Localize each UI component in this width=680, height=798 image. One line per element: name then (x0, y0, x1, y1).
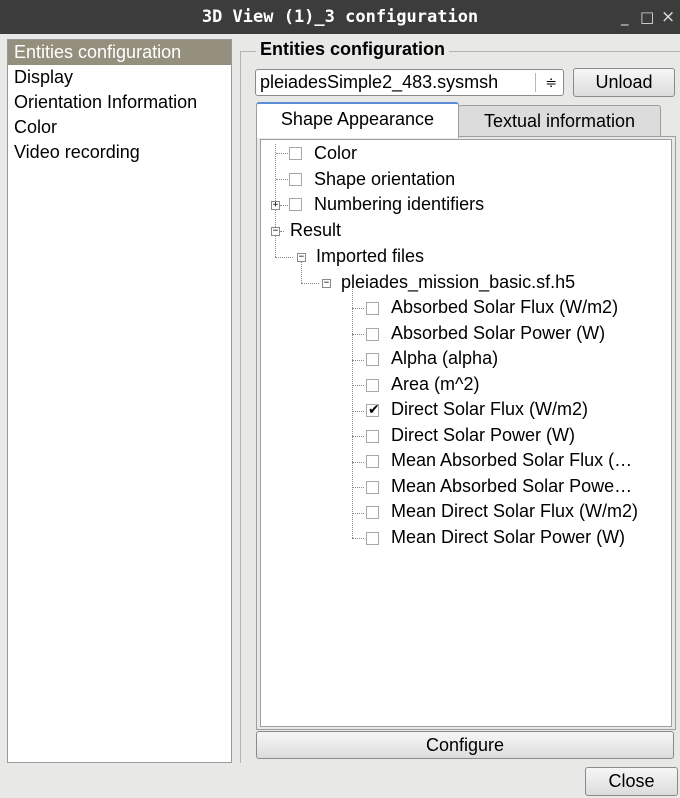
tree-item-label: Mean Direct Solar Power (W) (391, 527, 626, 547)
sidebar-item-entities-configuration[interactable]: Entities configuration (8, 40, 231, 65)
field-checkbox[interactable] (366, 353, 379, 366)
expand-icon[interactable]: + (271, 201, 280, 210)
configure-button[interactable]: Configure (256, 731, 674, 759)
tree-item-field[interactable]: Absorbed Solar Flux (W/m2) (366, 295, 618, 320)
tree-item-label: Alpha (alpha) (391, 348, 499, 368)
sidebar-item-display[interactable]: Display (8, 65, 231, 90)
numbering-identifiers-checkbox[interactable] (289, 198, 302, 211)
maximize-icon[interactable]: □ (640, 0, 654, 34)
collapse-icon[interactable]: − (271, 227, 280, 236)
tree-item-label: Mean Direct Solar Flux (W/m2) (391, 501, 639, 521)
entity-select-value: pleiadesSimple2_483.sysmsh (260, 72, 499, 92)
field-checkbox[interactable] (366, 481, 379, 494)
tree-item-field[interactable]: Mean Absorbed Solar Powe… (366, 474, 632, 499)
tree-line (352, 411, 364, 412)
tree-item-field[interactable]: Area (m^2) (366, 372, 479, 397)
tree-line (352, 487, 364, 488)
close-icon[interactable]: × (661, 0, 675, 34)
unload-button[interactable]: Unload (573, 68, 675, 97)
sidebar-item-video-recording[interactable]: Video recording (8, 140, 231, 165)
tree-item-field[interactable]: Direct Solar Power (W) (366, 423, 575, 448)
tree-line (280, 205, 288, 206)
tree-line (352, 334, 364, 335)
field-checkbox[interactable] (366, 532, 379, 545)
field-checkbox[interactable] (366, 379, 379, 392)
tree-item-imported-files[interactable]: Imported files (316, 244, 424, 269)
title-bar[interactable]: 3D View (1)_3 configuration _ □ × (0, 0, 680, 34)
tree-item-label: Color (314, 143, 358, 163)
sidebar-item-color[interactable]: Color (8, 115, 231, 140)
tree-item-color[interactable]: Color (289, 141, 357, 166)
collapse-icon[interactable]: − (322, 279, 331, 288)
tree-item-label: Mean Absorbed Solar Flux (… (391, 450, 633, 470)
tree-line (280, 231, 284, 232)
tree-item-field[interactable]: Alpha (alpha) (366, 346, 498, 371)
tree-line (301, 283, 319, 284)
entity-select[interactable]: pleiadesSimple2_483.sysmsh ≑ (255, 69, 564, 96)
tab-textual-information[interactable]: Textual information (458, 105, 661, 137)
field-checkbox[interactable] (366, 430, 379, 443)
minimize-icon[interactable]: _ (621, 0, 629, 34)
field-checkbox[interactable] (366, 455, 379, 468)
tree-line (276, 153, 288, 154)
tree-line (352, 385, 364, 386)
tree-item-label: Direct Solar Flux (W/m2) (391, 399, 589, 419)
tree-item-label: Mean Absorbed Solar Powe… (391, 476, 633, 496)
tree-line (352, 513, 364, 514)
combo-separator (535, 73, 536, 92)
group-box-header: Entities configuration (240, 38, 680, 64)
tree-line (276, 179, 288, 180)
shape-orientation-checkbox[interactable] (289, 173, 302, 186)
tree-item-label: Area (m^2) (391, 374, 480, 394)
tree-item-field[interactable]: Mean Direct Solar Power (W) (366, 525, 625, 550)
tree-item-field[interactable]: Mean Direct Solar Flux (W/m2) (366, 499, 638, 524)
tree-item-shape-orientation[interactable]: Shape orientation (289, 167, 455, 192)
close-button[interactable]: Close (585, 767, 678, 796)
tree-item-label: Absorbed Solar Flux (W/m2) (391, 297, 619, 317)
tree-item-label: Numbering identifiers (314, 194, 485, 214)
tree-line (275, 235, 276, 257)
tree-item-label: Direct Solar Power (W) (391, 425, 576, 445)
tree-item-field[interactable]: Direct Solar Flux (W/m2) (366, 397, 589, 423)
tree-item-result[interactable]: Result (290, 218, 341, 243)
tree-item-label: Shape orientation (314, 169, 456, 189)
tree-line (352, 436, 364, 437)
color-checkbox[interactable] (289, 147, 302, 160)
tree-item-label: Absorbed Solar Power (W) (391, 323, 606, 343)
tab-shape-appearance[interactable]: Shape Appearance (256, 102, 459, 138)
window-title: 3D View (1)_3 configuration (201, 7, 479, 27)
group-border (240, 51, 241, 763)
updown-arrow-icon[interactable]: ≑ (545, 70, 557, 95)
sidebar-item-orientation-information[interactable]: Orientation Information (8, 90, 231, 115)
appearance-tree[interactable]: Color Shape orientation + Numbering iden… (260, 139, 672, 727)
tree-line (352, 538, 364, 539)
tree-item-numbering-identifiers[interactable]: Numbering identifiers (289, 192, 484, 217)
tree-line (352, 360, 364, 361)
tree-line (352, 287, 353, 538)
category-list[interactable]: Entities configuration Display Orientati… (7, 39, 232, 763)
tree-line (275, 144, 276, 233)
field-checkbox[interactable] (366, 302, 379, 315)
field-checkbox-checked[interactable] (366, 398, 380, 423)
tree-item-field[interactable]: Mean Absorbed Solar Flux (… (366, 448, 632, 473)
tree-line (352, 308, 364, 309)
field-checkbox[interactable] (366, 506, 379, 519)
field-checkbox[interactable] (366, 328, 379, 341)
tree-line (275, 257, 293, 258)
tree-item-field[interactable]: Absorbed Solar Power (W) (366, 321, 605, 346)
group-title: Entities configuration (256, 39, 450, 60)
tree-item-file[interactable]: pleiades_mission_basic.sf.h5 (341, 270, 575, 295)
tree-line (301, 261, 302, 283)
collapse-icon[interactable]: − (297, 253, 306, 262)
tree-line (352, 462, 364, 463)
